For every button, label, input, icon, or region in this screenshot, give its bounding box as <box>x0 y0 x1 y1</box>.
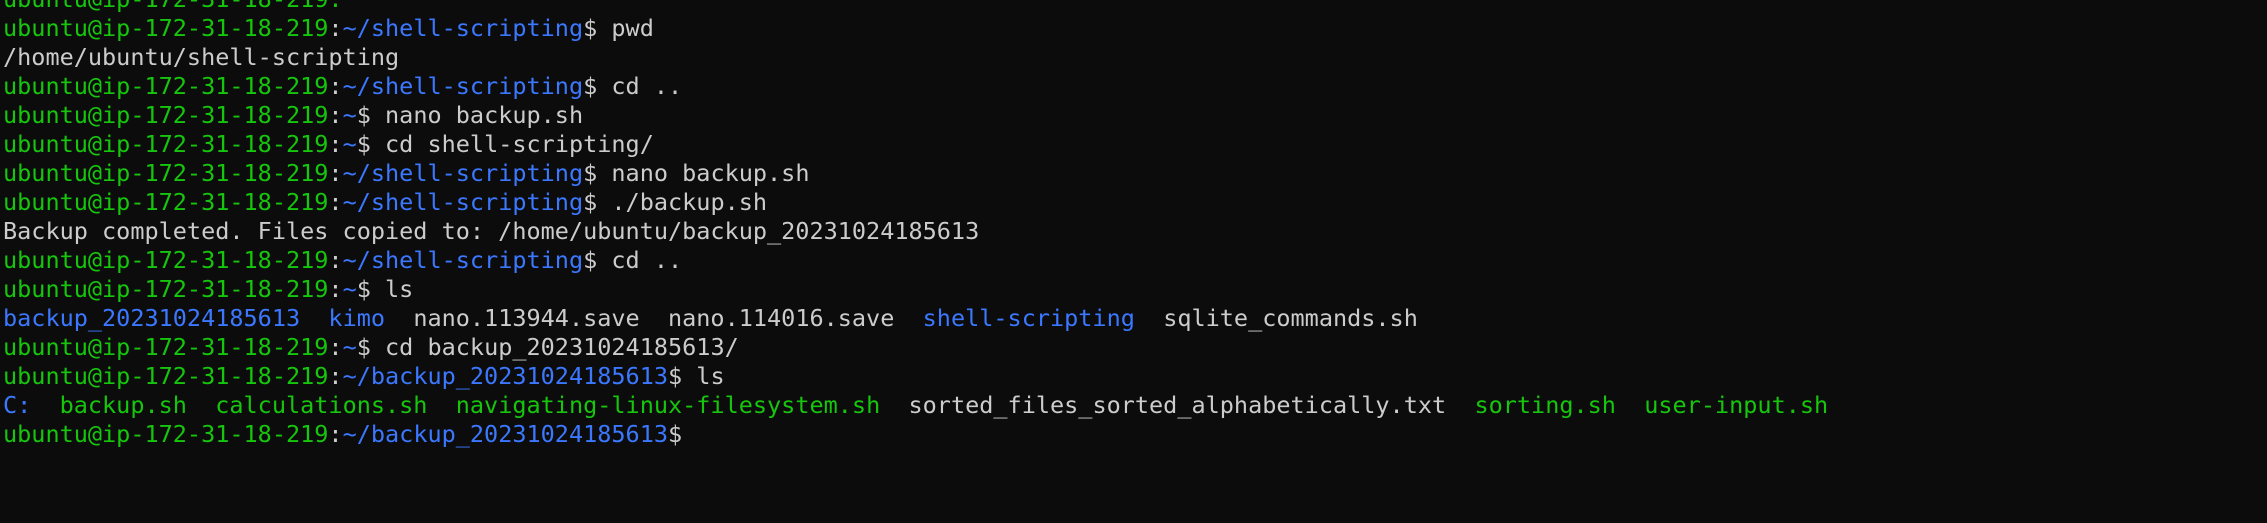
file-entry: backup.sh <box>59 391 187 419</box>
prompt-line: ubuntu@ip-172-31-18-219:~/shell-scriptin… <box>3 188 2263 217</box>
prompt-user: ubuntu@ip-172-31-18-219 <box>3 188 329 216</box>
separator-space <box>894 304 922 332</box>
prompt-separator: : <box>328 14 343 42</box>
prompt-line: ubuntu@ip-172-31-18-219:~$ ls <box>3 275 2263 304</box>
prompt-symbol: $ <box>583 72 612 100</box>
prompt-user: ubuntu@ip-172-31-18-219 <box>3 101 329 129</box>
prompt-user: ubuntu@ip-172-31-18-219 <box>3 420 329 448</box>
prompt-symbol: $ <box>583 14 612 42</box>
prompt-path: ~/backup_20231024185613 <box>342 420 668 448</box>
separator-space <box>1135 304 1163 332</box>
terminal-output[interactable]: ubuntu@ip-172-31-18-219:ubuntu@ip-172-31… <box>3 0 2263 523</box>
prompt-symbol: $ <box>668 420 697 448</box>
prompt-separator: : <box>328 362 343 390</box>
prompt-symbol: $ <box>583 246 612 274</box>
prompt-separator: : <box>328 130 343 158</box>
file-entry: C: <box>3 391 32 419</box>
prompt-symbol: $ <box>668 362 697 390</box>
command-text: nano backup.sh <box>611 159 810 187</box>
command-text: pwd <box>611 14 654 42</box>
separator-space <box>880 391 908 419</box>
file-entry: shell-scripting <box>922 304 1135 332</box>
prompt-separator: : <box>328 333 343 361</box>
prompt-symbol: $ <box>356 130 386 158</box>
prompt-path: ~/shell-scripting <box>342 72 584 100</box>
prompt-symbol: $ <box>356 101 386 129</box>
file-entry: navigating-linux-filesystem.sh <box>455 391 881 419</box>
separator-space <box>1616 391 1644 419</box>
output-text: Backup completed. Files copied to: /home… <box>3 217 980 245</box>
directory-listing: backup_20231024185613 kimo nano.113944.s… <box>3 304 2263 333</box>
prompt-line: ubuntu@ip-172-31-18-219:~/backup_2023102… <box>3 362 2263 391</box>
prompt-user: ubuntu@ip-172-31-18-219 <box>3 72 329 100</box>
prompt-separator: : <box>328 72 343 100</box>
directory-listing: C: backup.sh calculations.sh navigating-… <box>3 391 2263 420</box>
command-text: cd .. <box>611 72 683 100</box>
command-text: ls <box>696 362 725 390</box>
prompt-symbol: $ <box>356 275 386 303</box>
file-entry: nano.114016.save <box>667 304 895 332</box>
prompt-path: ~ <box>342 130 357 158</box>
file-entry: user-input.sh <box>1644 391 1829 419</box>
prompt-line: ubuntu@ip-172-31-18-219:~/shell-scriptin… <box>3 246 2263 275</box>
file-entry: sorting.sh <box>1474 391 1616 419</box>
separator-space <box>385 304 413 332</box>
prompt-path: ~ <box>342 275 357 303</box>
prompt-path: ~ <box>342 101 357 129</box>
prompt-user: ubuntu@ip-172-31-18-219 <box>3 130 329 158</box>
prompt-separator: : <box>328 159 343 187</box>
prompt-user: ubuntu@ip-172-31-18-219 <box>3 333 329 361</box>
prompt-line: ubuntu@ip-172-31-18-219:~$ cd backup_202… <box>3 333 2263 362</box>
prompt-user: ubuntu@ip-172-31-18-219 <box>3 14 329 42</box>
prompt-user: ubuntu@ip-172-31-18-219 <box>3 159 329 187</box>
prompt-path: ~/shell-scripting <box>342 159 584 187</box>
prompt-path: ~ <box>342 333 357 361</box>
separator-space <box>640 304 668 332</box>
prompt-user: ubuntu@ip-172-31-18-219 <box>3 362 329 390</box>
output-text: /home/ubuntu/shell-scripting <box>3 43 400 71</box>
prompt-separator: : <box>328 420 343 448</box>
file-entry: kimo <box>328 304 386 332</box>
prompt-symbol: $ <box>583 188 612 216</box>
command-text: ls <box>385 275 414 303</box>
output-text: ubuntu@ip-172-31-18-219: <box>3 0 343 13</box>
prompt-user: ubuntu@ip-172-31-18-219 <box>3 246 329 274</box>
prompt-separator: : <box>328 275 343 303</box>
prompt-line: ubuntu@ip-172-31-18-219:~/shell-scriptin… <box>3 159 2263 188</box>
file-entry: nano.113944.save <box>413 304 640 332</box>
prompt-separator: : <box>328 188 343 216</box>
prompt-path: ~/shell-scripting <box>342 246 584 274</box>
separator-space <box>31 391 59 419</box>
command-text: cd backup_20231024185613/ <box>385 333 739 361</box>
prompt-separator: : <box>328 101 343 129</box>
file-entry: sqlite_commands.sh <box>1163 304 1418 332</box>
command-text: nano backup.sh <box>385 101 584 129</box>
separator-space <box>187 391 215 419</box>
prompt-path: ~/shell-scripting <box>342 14 584 42</box>
command-text: cd .. <box>611 246 683 274</box>
command-text: cd shell-scripting/ <box>385 130 654 158</box>
prompt-line: ubuntu@ip-172-31-18-219:~$ cd shell-scri… <box>3 130 2263 159</box>
output-line: Backup completed. Files copied to: /home… <box>3 217 2263 246</box>
prompt-user: ubuntu@ip-172-31-18-219 <box>3 275 329 303</box>
file-entry: calculations.sh <box>215 391 428 419</box>
prompt-line: ubuntu@ip-172-31-18-219:~$ nano backup.s… <box>3 101 2263 130</box>
file-entry: sorted_files_sorted_alphabetically.txt <box>908 391 1447 419</box>
prompt-separator: : <box>328 246 343 274</box>
separator-space <box>427 391 455 419</box>
separator-space <box>300 304 328 332</box>
prompt-path: ~/shell-scripting <box>342 188 584 216</box>
output-line: /home/ubuntu/shell-scripting <box>3 43 2263 72</box>
prompt-symbol: $ <box>583 159 612 187</box>
prompt-line: ubuntu@ip-172-31-18-219:~/backup_2023102… <box>3 420 2263 449</box>
prompt-path: ~/backup_20231024185613 <box>342 362 668 390</box>
prompt-symbol: $ <box>356 333 386 361</box>
output-line: ubuntu@ip-172-31-18-219: <box>3 0 2263 14</box>
file-entry: backup_20231024185613 <box>3 304 301 332</box>
prompt-line: ubuntu@ip-172-31-18-219:~/shell-scriptin… <box>3 72 2263 101</box>
prompt-line: ubuntu@ip-172-31-18-219:~/shell-scriptin… <box>3 14 2263 43</box>
separator-space <box>1446 391 1474 419</box>
command-text: ./backup.sh <box>611 188 768 216</box>
